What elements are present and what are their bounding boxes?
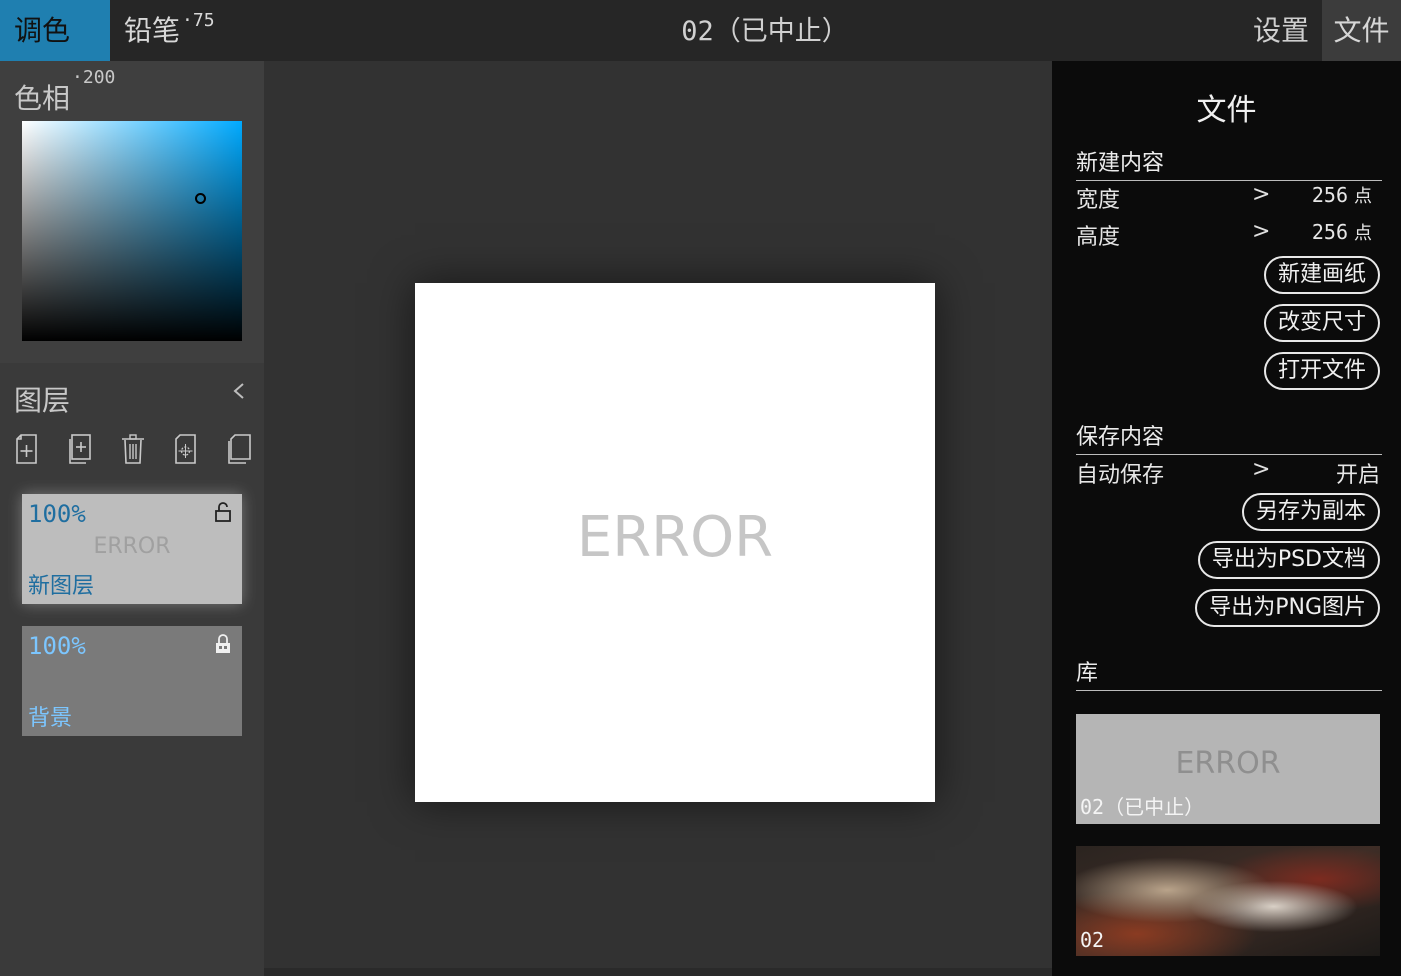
hue-value-wrap: ·200 (72, 67, 116, 88)
file-panel: 文件 新建内容 宽度 > 256 点 高度 > 256 点 新建画纸 改变尺寸 打开… (1052, 61, 1401, 976)
layer-name: 新图层 (28, 574, 95, 599)
library-item-name: 02（已中止） (1080, 795, 1205, 819)
merge-layer-icon[interactable] (173, 433, 199, 465)
pencil-size: ·75 (182, 10, 215, 31)
pencil-size-value: 75 (192, 10, 215, 31)
layer-opacity: 100% (28, 500, 86, 528)
document-title: 02（已中止） (681, 16, 849, 47)
section-new-content: 新建内容 (1076, 145, 1382, 181)
export-psd-button[interactable]: 导出为PSD文档 (1197, 541, 1380, 579)
layer-thumbnail: ERROR (93, 534, 171, 559)
status-strip (264, 968, 1052, 976)
open-file-button[interactable]: 打开文件 (1263, 352, 1380, 390)
picker-cursor[interactable] (195, 193, 206, 204)
collapse-chevron-icon[interactable] (232, 381, 246, 407)
chevron-right-icon: > (1252, 219, 1271, 244)
hue-label: 色相 (14, 82, 71, 115)
layer-opacity: 100% (28, 632, 86, 660)
layer-item-background[interactable]: 100% 背景 (22, 626, 242, 736)
new-canvas-button[interactable]: 新建画纸 (1263, 256, 1380, 294)
autosave-label: 自动保存 (1076, 463, 1165, 488)
tab-pencil[interactable]: 铅笔 ·75 (110, 0, 230, 61)
tab-pencil-label: 铅笔 (124, 14, 181, 47)
export-png-button[interactable]: 导出为PNG图片 (1195, 589, 1380, 627)
duplicate-layer-icon[interactable] (226, 433, 252, 465)
left-panel: 色相·200 图层 100% ERROR 新图层 100% 背景 (0, 61, 264, 976)
drawing-canvas[interactable]: ERROR (415, 283, 935, 802)
hue-section: 色相·200 (0, 61, 264, 363)
layers-title: 图层 (14, 384, 71, 417)
width-unit: 点 (1354, 186, 1372, 206)
autosave-value: 开启 (1335, 463, 1380, 488)
new-layer-icon[interactable] (14, 433, 40, 465)
add-layer-icon[interactable] (67, 433, 93, 465)
file-panel-title: 文件 (1196, 93, 1257, 128)
width-value-wrap: 256 点 (1312, 182, 1372, 208)
height-value-wrap: 256 点 (1312, 219, 1372, 245)
resize-button[interactable]: 改变尺寸 (1263, 304, 1380, 342)
canvas-area[interactable]: ERROR (264, 61, 1052, 976)
width-field[interactable]: 宽度 > 256 点 (1076, 182, 1382, 213)
hue-title: 色相·200 (14, 67, 115, 117)
tab-file[interactable]: 文件 (1322, 0, 1401, 61)
library-item-name: 02 (1080, 928, 1105, 952)
tab-palette[interactable]: 调色盘 (0, 0, 110, 108)
height-value: 256 (1311, 220, 1348, 244)
layer-toolbar (14, 433, 254, 465)
top-bar: 调色盘 铅笔·75 02（已中止） 设置 文件 (0, 0, 1401, 108)
unlock-icon[interactable] (214, 502, 232, 522)
section-save-content: 保存内容 (1076, 419, 1382, 455)
chevron-right-icon: > (1252, 457, 1271, 482)
width-value: 256 (1311, 183, 1348, 207)
section-library: 库 (1076, 655, 1382, 691)
library-thumbnail: ERROR (1175, 746, 1281, 781)
hue-value: 200 (82, 67, 116, 88)
height-label: 高度 (1076, 225, 1121, 250)
library-item[interactable]: 02 (1076, 846, 1380, 956)
width-label: 宽度 (1076, 188, 1121, 213)
height-unit: 点 (1354, 223, 1372, 243)
saturation-value-picker[interactable] (22, 121, 242, 341)
layer-name: 背景 (28, 706, 73, 731)
canvas-error-text: ERROR (576, 505, 774, 570)
save-copy-button[interactable]: 另存为副本 (1241, 493, 1380, 531)
autosave-field[interactable]: 自动保存 > 开启 (1076, 457, 1382, 488)
trash-icon[interactable] (120, 433, 146, 465)
lock-icon[interactable] (214, 634, 232, 654)
height-field[interactable]: 高度 > 256 点 (1076, 219, 1382, 250)
chevron-right-icon: > (1252, 182, 1271, 207)
library-item[interactable]: ERROR 02（已中止） (1076, 714, 1380, 824)
layer-item-new[interactable]: 100% ERROR 新图层 (22, 494, 242, 604)
tab-settings[interactable]: 设置 (1240, 0, 1322, 61)
